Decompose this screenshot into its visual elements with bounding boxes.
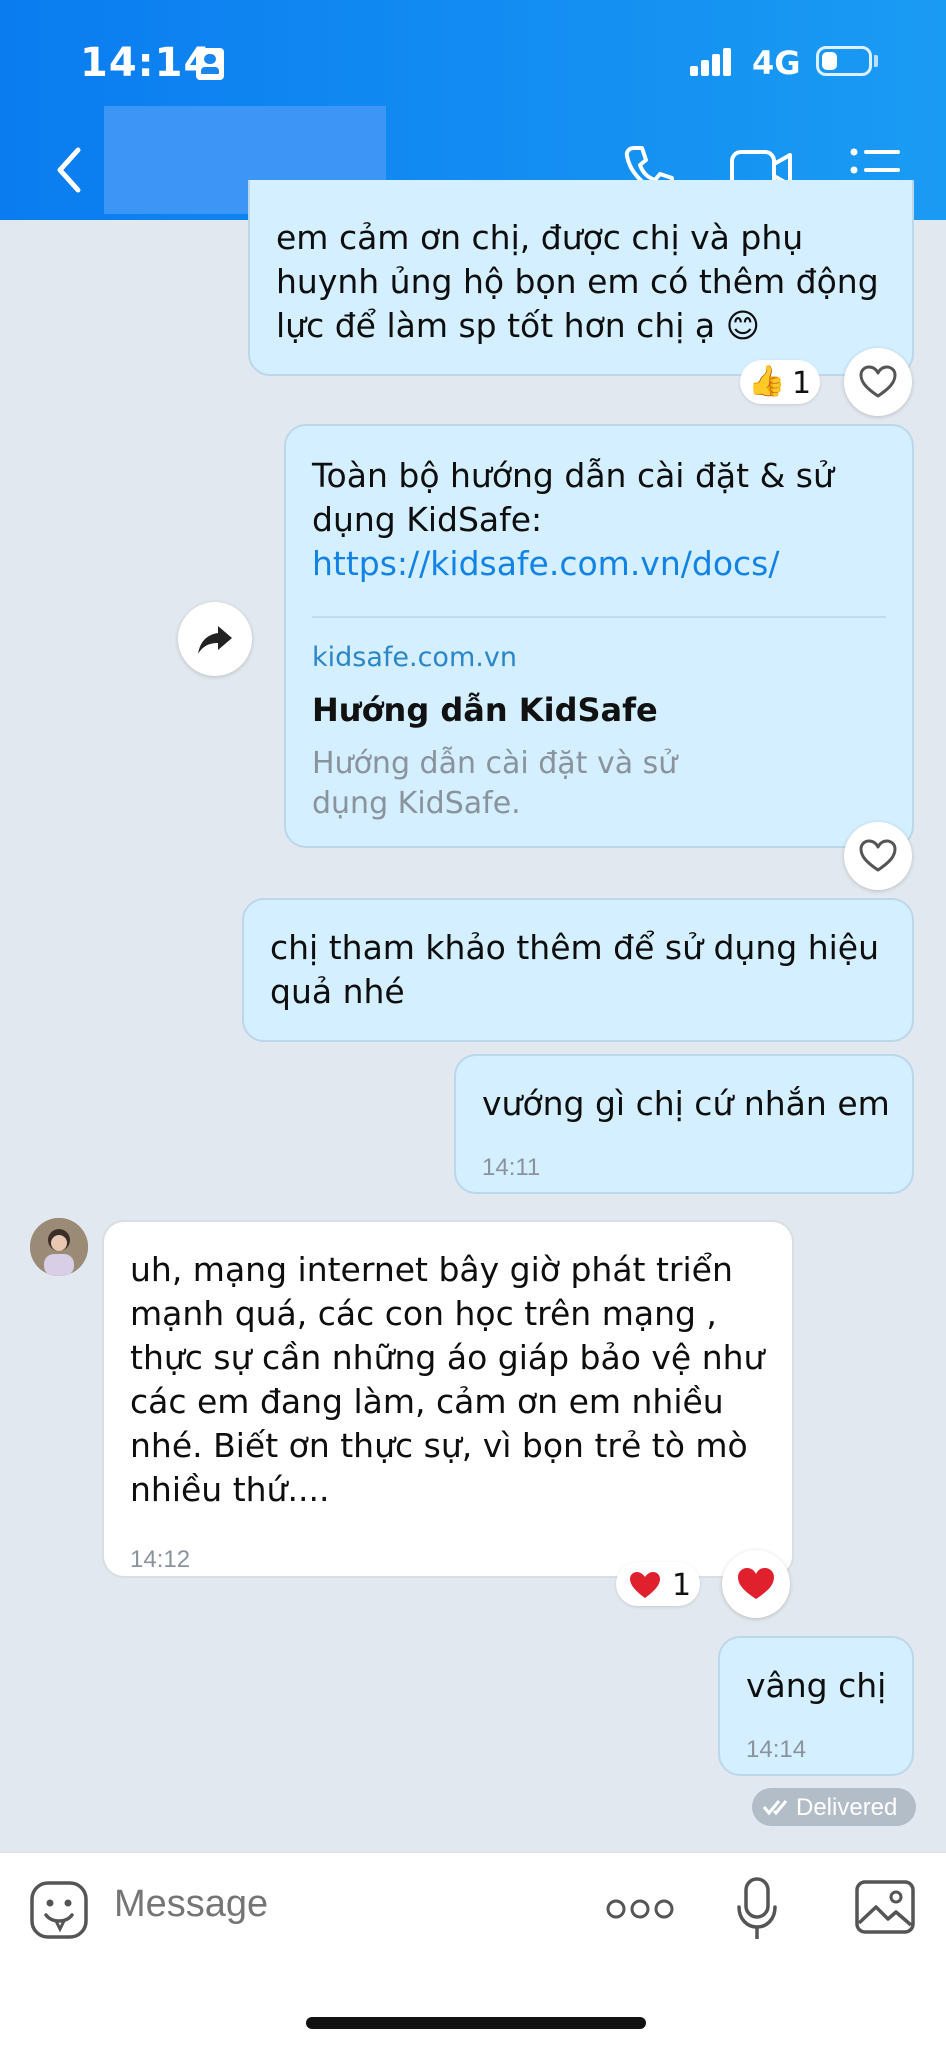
heart-outline-icon xyxy=(859,365,897,398)
double-check-icon xyxy=(762,1800,788,1816)
message-text: chị tham khảo thêm để sử dụng hiệu xyxy=(270,928,880,967)
share-arrow-icon xyxy=(198,626,232,654)
link-preview-title[interactable]: Hướng dẫn KidSafe xyxy=(312,688,658,732)
home-indicator xyxy=(306,2017,646,2029)
battery-tip xyxy=(874,55,878,67)
chevron-left-icon xyxy=(57,147,81,193)
message-text: lực để làm sp tốt hơn chị ạ 😊 xyxy=(276,306,761,345)
delivered-badge: Delivered xyxy=(752,1788,916,1826)
link-preview-description: Hướng dẫn cài đặt và sử xyxy=(312,746,678,781)
react-button-active[interactable] xyxy=(722,1550,790,1618)
network-type: 4G xyxy=(752,44,801,82)
message-bubble-incoming[interactable]: uh, mạng internet bây giờ phát triển mạn… xyxy=(102,1220,794,1578)
heart-outline-icon xyxy=(859,839,897,872)
microphone-icon xyxy=(737,1877,777,1939)
reaction-count: 1 xyxy=(672,1568,692,1603)
message-text: huynh ủng hộ bọn em có thêm động xyxy=(276,262,879,301)
message-text: quả nhé xyxy=(270,972,405,1011)
forward-button[interactable] xyxy=(178,602,252,676)
react-button[interactable] xyxy=(844,822,912,890)
heart-icon xyxy=(630,1572,660,1598)
message-text: vâng chị xyxy=(746,1666,887,1705)
message-text: các em đang làm, cảm ơn em nhiều xyxy=(130,1382,724,1421)
reaction-summary[interactable]: 👍 1 xyxy=(740,360,820,404)
message-bubble-outgoing[interactable]: vâng chị 14:14 xyxy=(718,1636,914,1776)
link-preview-description: dụng KidSafe. xyxy=(312,786,521,821)
react-button[interactable] xyxy=(844,348,912,416)
message-time: 14:11 xyxy=(482,1154,541,1181)
link-preview-domain[interactable]: kidsafe.com.vn xyxy=(312,636,517,680)
message-text: thực sự cần những áo giáp bảo vệ như xyxy=(130,1338,765,1377)
message-text: vướng gì chị cứ nhắn em xyxy=(482,1084,890,1123)
message-input[interactable] xyxy=(114,1883,514,1926)
voice-button[interactable] xyxy=(734,1875,780,1945)
smile-emoji: 😊 xyxy=(725,306,761,345)
message-bubble-outgoing[interactable]: vướng gì chị cứ nhắn em 14:11 xyxy=(454,1054,914,1194)
message-text: Toàn bộ hướng dẫn cài đặt & sử xyxy=(312,456,834,495)
message-bubble-outgoing[interactable]: Toàn bộ hướng dẫn cài đặt & sử dụng KidS… xyxy=(284,424,914,848)
delivered-label: Delivered xyxy=(796,1794,898,1821)
message-text: nhé. Biết ơn thực sự, vì bọn trẻ tò mò xyxy=(130,1426,748,1465)
composer-bar xyxy=(0,1852,946,2049)
message-link[interactable]: https://kidsafe.com.vn/docs/ xyxy=(312,542,779,586)
heart-filled-icon xyxy=(738,1568,774,1599)
message-text: em cảm ơn chị, được chị và phụ xyxy=(276,218,804,257)
image-button[interactable] xyxy=(854,1879,916,1935)
back-button[interactable] xyxy=(50,140,90,200)
message-time: 14:14 xyxy=(746,1736,807,1763)
more-dots-icon xyxy=(606,1899,674,1919)
message-text: nhiều thứ.... xyxy=(130,1470,330,1509)
thumbs-up-emoji: 👍 xyxy=(748,364,786,399)
contact-card-icon xyxy=(196,48,224,80)
sticker-button[interactable] xyxy=(28,1879,90,1941)
message-text: dụng KidSafe: xyxy=(312,500,543,539)
message-time: 14:12 xyxy=(130,1546,191,1573)
message-text: uh, mạng internet bây giờ phát triển xyxy=(130,1250,733,1289)
sticker-smile-icon xyxy=(30,1881,88,1939)
sender-avatar[interactable] xyxy=(30,1218,88,1276)
status-time: 14:14 xyxy=(80,40,213,86)
message-text: mạnh quá, các con học trên mạng , xyxy=(130,1294,717,1333)
message-bubble-outgoing[interactable]: em cảm ơn chị, được chị và phụ huynh ủng… xyxy=(248,180,914,376)
reaction-count: 1 xyxy=(792,366,812,401)
preview-divider xyxy=(312,616,886,618)
reaction-summary[interactable]: 1 xyxy=(616,1562,700,1606)
more-button[interactable] xyxy=(604,1889,676,1929)
image-icon xyxy=(855,1880,915,1934)
battery-icon xyxy=(816,46,872,76)
message-bubble-outgoing[interactable]: chị tham khảo thêm để sử dụng hiệu quả n… xyxy=(242,898,914,1042)
